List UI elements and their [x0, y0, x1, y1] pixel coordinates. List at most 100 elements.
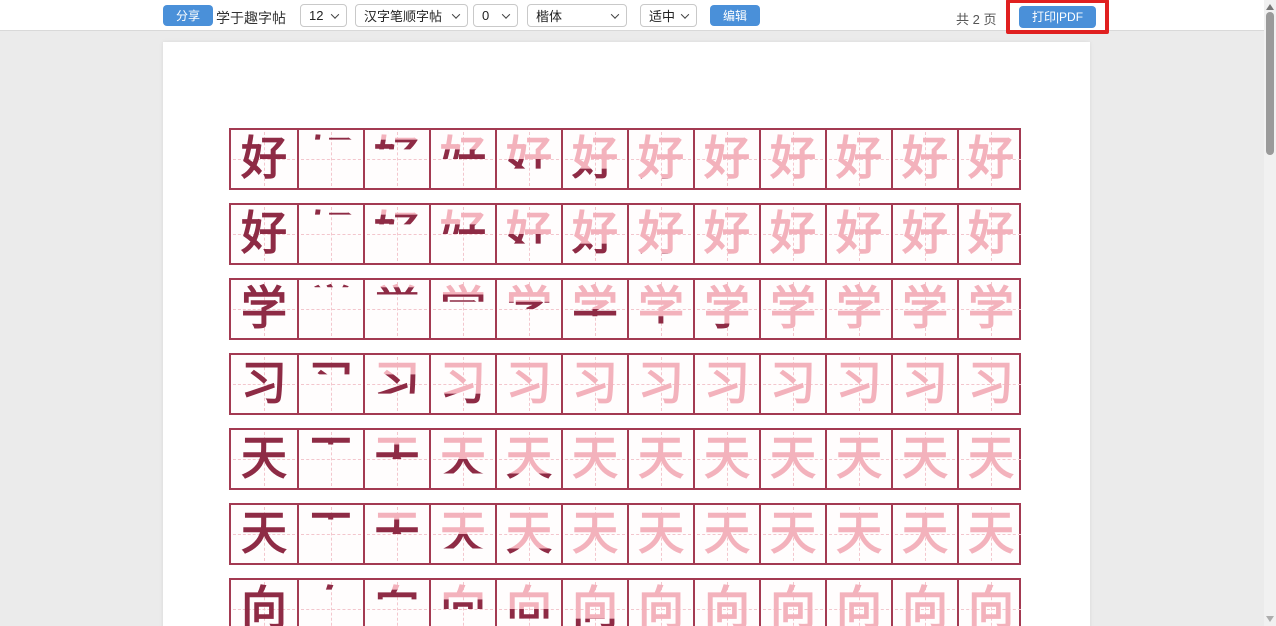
stroke-order-cell: 好好 — [495, 130, 561, 188]
scrollbar-thumb[interactable] — [1266, 12, 1274, 155]
example-character: 习 — [231, 355, 297, 413]
trace-cell: 天 — [693, 430, 759, 488]
trace-character: 天 — [629, 430, 693, 488]
template-select[interactable]: 汉字笔顺字帖 — [355, 4, 468, 27]
practice-row: 好好好好好好好好好好好好好好好好好好 — [229, 203, 1021, 265]
font-value: 楷体 — [536, 6, 562, 25]
stroke-order-cell: 好好 — [429, 205, 495, 263]
trace-character: 好 — [959, 130, 1023, 188]
stroke-order-cell: 向向 — [429, 580, 495, 626]
stroke-order-cell: 向向 — [627, 580, 693, 626]
trace-character: 好 — [761, 130, 825, 188]
trace-character: 习 — [893, 355, 957, 413]
trace-character: 好 — [827, 205, 891, 263]
font-select[interactable]: 楷体 — [527, 4, 627, 27]
trace-cell: 天 — [561, 430, 627, 488]
stroke-order-cell: 好好 — [363, 130, 429, 188]
trace-cell: 习 — [627, 355, 693, 413]
spacing-select[interactable]: 0 — [473, 4, 518, 27]
trace-cell: 好 — [759, 205, 825, 263]
trace-character: 习 — [563, 355, 627, 413]
stroke-order-cell: 学学 — [627, 280, 693, 338]
trace-cell: 习 — [759, 355, 825, 413]
stroke-order-cell: 向向 — [363, 580, 429, 626]
stroke-order-cell: 向向 — [297, 580, 363, 626]
chevron-down-icon — [502, 10, 510, 18]
trace-character: 好 — [827, 130, 891, 188]
previous-strokes: 向 — [629, 580, 693, 626]
trace-character: 好 — [893, 130, 957, 188]
font-size-value: 12 — [309, 8, 323, 23]
stroke-order-cell: 向向 — [495, 580, 561, 626]
stroke-order-cell: 天天 — [429, 430, 495, 488]
trace-cell: 天 — [891, 430, 957, 488]
practice-grid: 好好好好好好好好好好好好好好好好好好好好好好好好好好好好好好好好好好好好学学学学… — [229, 128, 1021, 626]
example-cell: 向 — [231, 580, 297, 626]
trace-cell: 习 — [561, 355, 627, 413]
example-cell: 学 — [231, 280, 297, 338]
share-button[interactable]: 分享 — [163, 5, 213, 26]
trace-character: 学 — [827, 280, 891, 338]
scroll-down-icon[interactable] — [1266, 616, 1274, 622]
trace-character: 好 — [959, 205, 1023, 263]
template-value: 汉字笔顺字帖 — [364, 6, 442, 25]
highlight-rectangle: 打印|PDF — [1006, 0, 1109, 34]
example-character: 天 — [231, 505, 297, 563]
trace-character: 好 — [695, 205, 759, 263]
trace-cell: 天 — [825, 505, 891, 563]
stroke-order-cell: 天天 — [297, 505, 363, 563]
example-character: 好 — [231, 205, 297, 263]
trace-cell: 天 — [891, 505, 957, 563]
trace-character: 向 — [695, 580, 759, 626]
trace-cell: 好 — [693, 205, 759, 263]
density-select[interactable]: 适中 — [640, 4, 697, 27]
practice-row: 向向向向向向向向向向向向向向向向向向 — [229, 578, 1021, 626]
trace-character: 学 — [893, 280, 957, 338]
trace-character: 天 — [827, 430, 891, 488]
trace-cell: 向 — [957, 580, 1023, 626]
stroke-order-cell: 天天 — [363, 430, 429, 488]
trace-cell: 习 — [957, 355, 1023, 413]
print-pdf-button[interactable]: 打印|PDF — [1019, 6, 1096, 28]
trace-cell: 天 — [759, 505, 825, 563]
stroke-order-cell: 习习 — [297, 355, 363, 413]
trace-character: 习 — [629, 355, 693, 413]
stroke-order-cell: 好好 — [297, 205, 363, 263]
stroke-order-cell: 习习 — [363, 355, 429, 413]
trace-cell: 天 — [693, 505, 759, 563]
trace-cell: 好 — [825, 130, 891, 188]
trace-cell: 习 — [825, 355, 891, 413]
trace-character: 好 — [761, 205, 825, 263]
trace-character: 天 — [827, 505, 891, 563]
trace-character: 天 — [563, 505, 627, 563]
stroke-order-cell: 学学 — [561, 280, 627, 338]
practice-row: 学学学学学学学学学学学学学学学学学学学学 — [229, 278, 1021, 340]
stroke-order-cell: 习习 — [429, 355, 495, 413]
vertical-scrollbar[interactable] — [1264, 0, 1276, 626]
stroke-order-cell: 学学 — [429, 280, 495, 338]
trace-cell: 向 — [891, 580, 957, 626]
trace-cell: 习 — [495, 355, 561, 413]
trace-cell: 天 — [759, 430, 825, 488]
chevron-down-icon — [611, 10, 619, 18]
trace-cell: 学 — [825, 280, 891, 338]
trace-character: 习 — [761, 355, 825, 413]
trace-character: 向 — [827, 580, 891, 626]
stroke-order-cell: 好好 — [561, 130, 627, 188]
example-cell: 习 — [231, 355, 297, 413]
toolbar: 分享 学于趣字帖 12 汉字笔顺字帖 0 楷体 适中 编辑 共 2 页 打印|P… — [0, 0, 1264, 31]
trace-cell: 天 — [825, 430, 891, 488]
trace-cell: 向 — [759, 580, 825, 626]
font-size-select[interactable]: 12 — [300, 4, 347, 27]
trace-character: 好 — [893, 205, 957, 263]
stroke-order-cell: 学学 — [495, 280, 561, 338]
stroke-order-cell: 向向 — [561, 580, 627, 626]
trace-character: 天 — [959, 505, 1023, 563]
trace-cell: 天 — [561, 505, 627, 563]
trace-character: 向 — [761, 580, 825, 626]
edit-button[interactable]: 编辑 — [710, 5, 760, 26]
trace-character: 天 — [761, 430, 825, 488]
trace-character: 习 — [695, 355, 759, 413]
stroke-order-cell: 好好 — [429, 130, 495, 188]
scroll-up-icon[interactable] — [1266, 4, 1274, 10]
